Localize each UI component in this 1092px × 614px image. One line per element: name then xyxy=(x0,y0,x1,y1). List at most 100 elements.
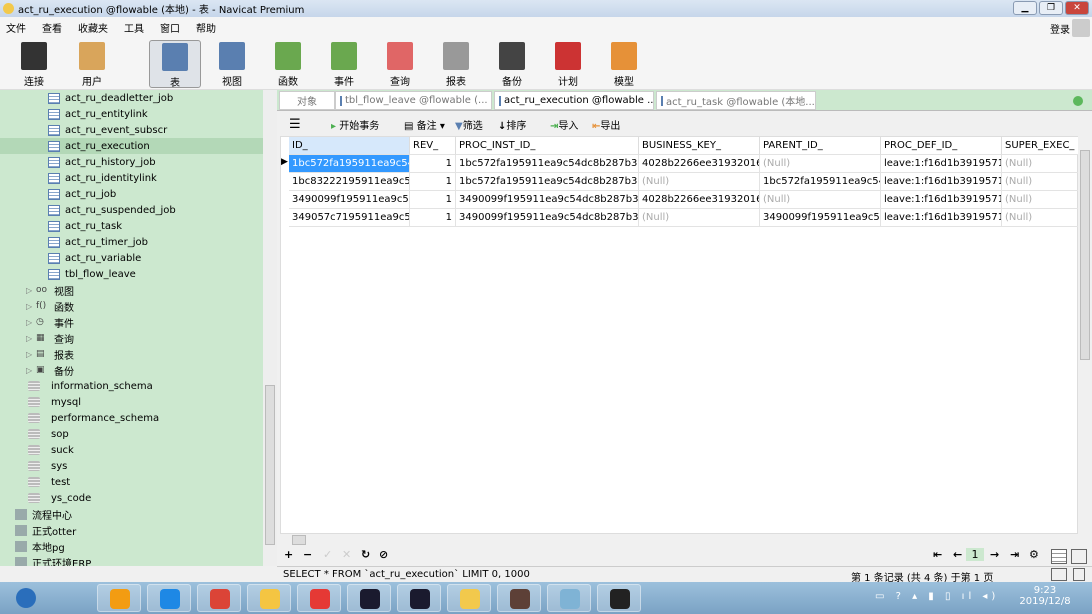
cancel-edit-button[interactable]: ✕ xyxy=(342,548,351,561)
sidebar-group-item[interactable]: ▷ f() 函数 xyxy=(26,298,74,314)
taskbar-app[interactable] xyxy=(597,584,641,612)
sidebar-database-item[interactable]: information_schema xyxy=(28,378,153,394)
grid-hscroll-thumb[interactable] xyxy=(292,535,306,545)
sidebar-table-item[interactable]: act_ru_timer_job xyxy=(0,234,263,250)
toolbar-report-button[interactable]: 报表 xyxy=(430,40,482,88)
menu-view[interactable]: 查看 xyxy=(42,20,62,35)
page-number-field[interactable]: 1 xyxy=(966,548,984,561)
toolbar-query-button[interactable]: 查询 xyxy=(374,40,426,88)
taskbar-app[interactable] xyxy=(547,584,591,612)
column-header[interactable]: BUSINESS_KEY_ xyxy=(639,137,760,155)
table-cell[interactable]: 1bc83222195911ea9c54dc8b287b3603 xyxy=(289,173,410,191)
taskbar-app[interactable] xyxy=(497,584,541,612)
table-row[interactable]: 1bc83222195911ea9c54dc8b287b360311bc572f… xyxy=(281,173,1082,191)
system-tray-icons[interactable]: ▭ ? ▴ ▮ ▯ ıl ◂) xyxy=(875,591,999,602)
login-link[interactable]: 登录 xyxy=(1050,21,1070,36)
tab-3[interactable]: act_ru_task @flowable (本地... xyxy=(656,91,816,110)
tab-0[interactable]: 对象 xyxy=(279,91,335,110)
toolbar-backup-button[interactable]: 备份 xyxy=(486,40,538,88)
sidebar-group-item[interactable]: ▷ oo 视图 xyxy=(26,282,74,298)
tab-1[interactable]: tbl_flow_leave @flowable (... xyxy=(335,91,492,110)
toolbar-plug-button[interactable]: 连接 xyxy=(8,40,60,88)
table-cell[interactable]: 349057c7195911ea9c54dc8b287b3603 xyxy=(289,209,410,227)
expand-arrow-icon[interactable]: ▷ xyxy=(26,286,36,295)
expand-arrow-icon[interactable]: ▷ xyxy=(26,318,36,327)
begin-transaction-button[interactable]: ▸ 开始事务 xyxy=(331,117,379,132)
last-page-button[interactable]: ⇥ xyxy=(1010,548,1019,561)
menu-help[interactable]: 帮助 xyxy=(196,20,216,35)
panel-left-icon[interactable] xyxy=(1051,568,1067,581)
toolbar-model-button[interactable]: 模型 xyxy=(598,40,650,88)
grid-view-icon[interactable] xyxy=(1051,549,1067,564)
table-cell[interactable]: 4028b2266ee31932016ee xyxy=(639,155,760,173)
sidebar-table-item[interactable]: act_ru_identitylink xyxy=(0,170,263,186)
first-page-button[interactable]: ⇤ xyxy=(933,548,942,561)
sidebar-database-item[interactable]: mysql xyxy=(28,394,81,410)
taskbar-app[interactable] xyxy=(297,584,341,612)
table-cell[interactable]: (Null) xyxy=(1002,173,1082,191)
sidebar-connection-item[interactable]: 流程中心 xyxy=(15,506,72,522)
column-header[interactable]: ID_ xyxy=(289,137,410,155)
table-row[interactable]: 349057c7195911ea9c54dc8b287b360313490099… xyxy=(281,209,1082,227)
table-cell[interactable]: (Null) xyxy=(1002,155,1082,173)
sidebar-group-item[interactable]: ▷ ◷ 事件 xyxy=(26,314,74,330)
table-cell[interactable]: 4028b2266ee31932016ee xyxy=(639,191,760,209)
import-button[interactable]: ⇥导入 xyxy=(550,117,578,132)
stop-button[interactable]: ⊘ xyxy=(379,548,388,561)
expand-arrow-icon[interactable]: ▷ xyxy=(26,302,36,311)
sidebar-table-item[interactable]: act_ru_execution xyxy=(0,138,263,154)
column-header[interactable]: REV_ xyxy=(410,137,456,155)
export-button[interactable]: ⇤导出 xyxy=(592,117,620,132)
table-cell[interactable]: (Null) xyxy=(639,209,760,227)
table-cell[interactable]: leave:1:f16d1b39195711e xyxy=(881,173,1002,191)
settings-button[interactable]: ⚙ xyxy=(1029,548,1039,561)
menu-tools[interactable]: 工具 xyxy=(124,20,144,35)
table-row[interactable]: 1bc572fa195911ea9c54dc8b287b360311bc572f… xyxy=(281,155,1082,173)
sidebar-table-item[interactable]: act_ru_entitylink xyxy=(0,106,263,122)
table-row[interactable]: 3490099f195911ea9c54dc8b287b360313490099… xyxy=(281,191,1082,209)
toolbar-event-button[interactable]: 事件 xyxy=(318,40,370,88)
sidebar-connection-item[interactable]: 正式环境ERP xyxy=(15,554,91,566)
table-cell[interactable]: (Null) xyxy=(1002,191,1082,209)
table-cell[interactable]: leave:1:f16d1b39195711e xyxy=(881,155,1002,173)
table-cell[interactable]: 1 xyxy=(410,209,456,227)
sidebar-table-item[interactable]: act_ru_task xyxy=(0,218,263,234)
minimize-button[interactable]: ▁ xyxy=(1013,1,1037,15)
close-button[interactable]: ✕ xyxy=(1065,1,1089,15)
avatar-icon[interactable] xyxy=(1072,19,1090,37)
next-page-button[interactable]: → xyxy=(990,548,999,561)
column-header[interactable]: PARENT_ID_ xyxy=(760,137,881,155)
menu-icon[interactable]: ☰ xyxy=(289,117,301,132)
table-cell[interactable]: 1bc572fa195911ea9c54dc8b287b3603 xyxy=(760,173,881,191)
sidebar-table-item[interactable]: act_ru_event_subscr xyxy=(0,122,263,138)
refresh-button[interactable]: ↻ xyxy=(361,548,370,561)
toolbar-function-button[interactable]: 函数 xyxy=(262,40,314,88)
column-header[interactable]: PROC_DEF_ID_ xyxy=(881,137,1002,155)
taskbar-app[interactable] xyxy=(347,584,391,612)
apply-button[interactable]: ✓ xyxy=(323,548,332,561)
sort-button[interactable]: ↓排序 xyxy=(498,117,526,132)
expand-arrow-icon[interactable]: ▷ xyxy=(26,334,36,343)
sidebar-database-item[interactable]: test xyxy=(28,474,70,490)
grid-scroll-thumb[interactable] xyxy=(1080,150,1090,360)
menu-favorites[interactable]: 收藏夹 xyxy=(78,20,108,35)
menu-window[interactable]: 窗口 xyxy=(160,20,180,35)
sidebar-group-item[interactable]: ▷ ▦ 查询 xyxy=(26,330,74,346)
filter-button[interactable]: ▼筛选 xyxy=(455,117,483,132)
restore-button[interactable]: ❐ xyxy=(1039,1,1063,15)
table-cell[interactable]: leave:1:f16d1b39195711e xyxy=(881,191,1002,209)
sidebar-table-item[interactable]: act_ru_job xyxy=(0,186,263,202)
column-header[interactable]: PROC_INST_ID_ xyxy=(456,137,639,155)
menu-file[interactable]: 文件 xyxy=(6,20,26,35)
taskbar-app[interactable] xyxy=(247,584,291,612)
tab-2[interactable]: act_ru_execution @flowable ... xyxy=(494,91,654,110)
prev-page-button[interactable]: ← xyxy=(953,548,962,561)
table-cell[interactable]: (Null) xyxy=(760,191,881,209)
sidebar-database-item[interactable]: sop xyxy=(28,426,69,442)
table-cell[interactable]: (Null) xyxy=(1002,209,1082,227)
grid-horizontal-scrollbar[interactable] xyxy=(280,534,1078,546)
sidebar-database-item[interactable]: ys_code xyxy=(28,490,91,506)
table-cell[interactable]: 3490099f195911ea9c54dc8b287b3603 xyxy=(456,209,639,227)
table-cell[interactable]: 1 xyxy=(410,191,456,209)
note-button[interactable]: ▤ 备注 ▾ xyxy=(404,117,445,132)
